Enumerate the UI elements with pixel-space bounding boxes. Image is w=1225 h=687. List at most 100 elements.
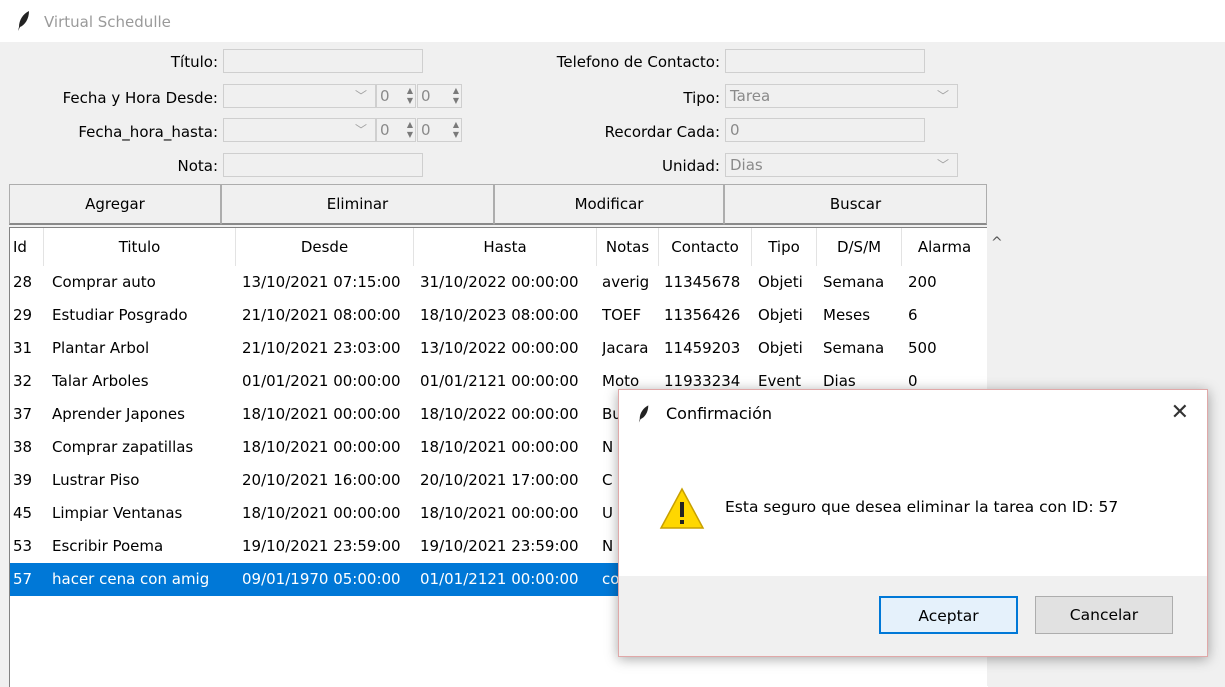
nota-label: Nota: bbox=[177, 157, 218, 175]
cell-hasta: 20/10/2021 17:00:00 bbox=[420, 471, 579, 489]
cell-desde: 21/10/2021 23:03:00 bbox=[242, 339, 401, 357]
cell-id: 28 bbox=[13, 273, 33, 291]
cell-notas: TOEF bbox=[602, 306, 642, 324]
cell-id: 37 bbox=[13, 405, 33, 423]
column-header-contacto[interactable]: Contacto bbox=[659, 228, 752, 266]
modificar-button[interactable]: Modificar bbox=[494, 184, 724, 225]
cell-dsm: Meses bbox=[823, 306, 871, 324]
confirm-dialog: Confirmación ✕ Esta seguro que desea eli… bbox=[618, 389, 1208, 657]
column-header-alarma[interactable]: Alarma bbox=[902, 228, 988, 266]
desde-hour-value: 0 bbox=[380, 87, 390, 105]
cell-titulo: Comprar zapatillas bbox=[52, 438, 194, 456]
cell-tipo: Objeti bbox=[758, 306, 803, 324]
column-header-tipo[interactable]: Tipo bbox=[752, 228, 817, 266]
feather-app-icon bbox=[18, 11, 29, 31]
cell-desde: 18/10/2021 00:00:00 bbox=[242, 405, 401, 423]
cell-desde: 20/10/2021 16:00:00 bbox=[242, 471, 401, 489]
cell-hasta: 13/10/2022 00:00:00 bbox=[420, 339, 579, 357]
table-row[interactable]: 29 Estudiar Posgrado 21/10/2021 08:00:00 18… bbox=[10, 299, 988, 332]
column-header-hasta[interactable]: Hasta bbox=[414, 228, 597, 266]
aceptar-button[interactable]: Aceptar bbox=[879, 596, 1018, 634]
fecha-hasta-label: Fecha_hora_hasta: bbox=[78, 123, 218, 141]
close-icon[interactable]: ✕ bbox=[1171, 400, 1189, 425]
hasta-hour-spinbox[interactable]: 0 ▲ ▼ bbox=[376, 118, 416, 142]
cell-desde: 09/01/1970 05:00:00 bbox=[242, 570, 401, 588]
cell-desde: 21/10/2021 08:00:00 bbox=[242, 306, 401, 324]
unidad-label: Unidad: bbox=[662, 157, 720, 175]
column-header-titulo[interactable]: Titulo bbox=[44, 228, 236, 266]
cell-id: 38 bbox=[13, 438, 33, 456]
cell-hasta: 18/10/2023 08:00:00 bbox=[420, 306, 579, 324]
cell-hasta: 18/10/2022 00:00:00 bbox=[420, 405, 579, 423]
column-header-desde[interactable]: Desde bbox=[236, 228, 414, 266]
hasta-minute-spinbox[interactable]: 0 ▲ ▼ bbox=[417, 118, 462, 142]
column-header-dsm[interactable]: D/S/M bbox=[817, 228, 902, 266]
titulo-input[interactable] bbox=[223, 49, 423, 73]
window-titlebar: Virtual Schedulle bbox=[0, 0, 1225, 42]
desde-hour-spinbox[interactable]: 0 ▲ ▼ bbox=[376, 84, 416, 108]
recordar-label: Recordar Cada: bbox=[604, 123, 720, 141]
cell-notas: Jacara bbox=[602, 339, 649, 357]
cell-desde: 18/10/2021 00:00:00 bbox=[242, 438, 401, 456]
spin-arrows-icon[interactable]: ▲ ▼ bbox=[453, 86, 459, 106]
table-row[interactable]: 28 Comprar auto 13/10/2021 07:15:00 31/10/2… bbox=[10, 266, 988, 299]
cancelar-button[interactable]: Cancelar bbox=[1035, 596, 1173, 634]
hasta-hour-value: 0 bbox=[380, 121, 390, 139]
tipo-value: Tarea bbox=[730, 87, 771, 105]
cell-hasta: 19/10/2021 23:59:00 bbox=[420, 537, 579, 555]
column-header-id[interactable]: Id bbox=[10, 228, 44, 266]
cell-titulo: Estudiar Posgrado bbox=[52, 306, 188, 324]
cell-tipo: Objeti bbox=[758, 339, 803, 357]
cell-desde: 19/10/2021 23:59:00 bbox=[242, 537, 401, 555]
buscar-button[interactable]: Buscar bbox=[724, 184, 987, 225]
dialog-message: Esta seguro que desea eliminar la tarea … bbox=[725, 498, 1119, 516]
window-title: Virtual Schedulle bbox=[44, 13, 171, 31]
cell-titulo: Talar Arboles bbox=[52, 372, 149, 390]
cell-id: 29 bbox=[13, 306, 33, 324]
fecha-hasta-combo[interactable]: ﹀ bbox=[223, 118, 376, 142]
cell-id: 57 bbox=[13, 570, 33, 588]
tipo-label: Tipo: bbox=[683, 89, 720, 107]
cell-dsm: Semana bbox=[823, 339, 885, 357]
cell-titulo: Limpiar Ventanas bbox=[52, 504, 183, 522]
titulo-label: Título: bbox=[170, 53, 218, 71]
spin-arrows-icon[interactable]: ▲ ▼ bbox=[407, 120, 413, 140]
cell-contacto: 11345678 bbox=[664, 273, 741, 291]
cell-contacto: 11459203 bbox=[664, 339, 741, 357]
feather-app-icon bbox=[638, 405, 649, 423]
cell-alarma: 6 bbox=[908, 306, 918, 324]
spin-arrows-icon[interactable]: ▲ ▼ bbox=[453, 120, 459, 140]
cell-desde: 01/01/2021 00:00:00 bbox=[242, 372, 401, 390]
cell-hasta: 01/01/2121 00:00:00 bbox=[420, 570, 579, 588]
tipo-combo[interactable]: Tarea ﹀ bbox=[725, 84, 958, 108]
cell-titulo: Comprar auto bbox=[52, 273, 156, 291]
column-header-notas[interactable]: Notas bbox=[597, 228, 659, 266]
agregar-button[interactable]: Agregar bbox=[9, 184, 221, 225]
recordar-input[interactable]: 0 bbox=[725, 118, 925, 142]
cell-alarma: 200 bbox=[908, 273, 937, 291]
cell-hasta: 01/01/2121 00:00:00 bbox=[420, 372, 579, 390]
nota-input[interactable] bbox=[223, 153, 423, 177]
spin-arrows-icon[interactable]: ▲ ▼ bbox=[407, 86, 413, 106]
chevron-up-icon[interactable]: ^ bbox=[991, 235, 1003, 251]
cell-tipo: Objeti bbox=[758, 273, 803, 291]
cell-hasta: 18/10/2021 00:00:00 bbox=[420, 438, 579, 456]
eliminar-button[interactable]: Eliminar bbox=[221, 184, 494, 225]
cell-dsm: Semana bbox=[823, 273, 885, 291]
unidad-combo[interactable]: Dias ﹀ bbox=[725, 153, 958, 177]
recordar-value: 0 bbox=[730, 121, 740, 139]
cell-id: 45 bbox=[13, 504, 33, 522]
desde-minute-spinbox[interactable]: 0 ▲ ▼ bbox=[417, 84, 462, 108]
fecha-desde-combo[interactable]: ﹀ bbox=[223, 84, 376, 108]
cell-titulo: Lustrar Piso bbox=[52, 471, 140, 489]
warning-icon bbox=[659, 487, 705, 529]
table-row[interactable]: 31 Plantar Arbol 21/10/2021 23:03:00 13/10/… bbox=[10, 332, 988, 365]
telefono-input[interactable] bbox=[725, 49, 925, 73]
cell-desde: 18/10/2021 00:00:00 bbox=[242, 504, 401, 522]
chevron-down-icon: ﹀ bbox=[936, 89, 949, 103]
dialog-title: Confirmación bbox=[666, 404, 773, 423]
cell-id: 31 bbox=[13, 339, 33, 357]
chevron-down-icon: ﹀ bbox=[354, 123, 367, 137]
telefono-label: Telefono de Contacto: bbox=[556, 53, 720, 71]
cell-titulo: Escribir Poema bbox=[52, 537, 164, 555]
